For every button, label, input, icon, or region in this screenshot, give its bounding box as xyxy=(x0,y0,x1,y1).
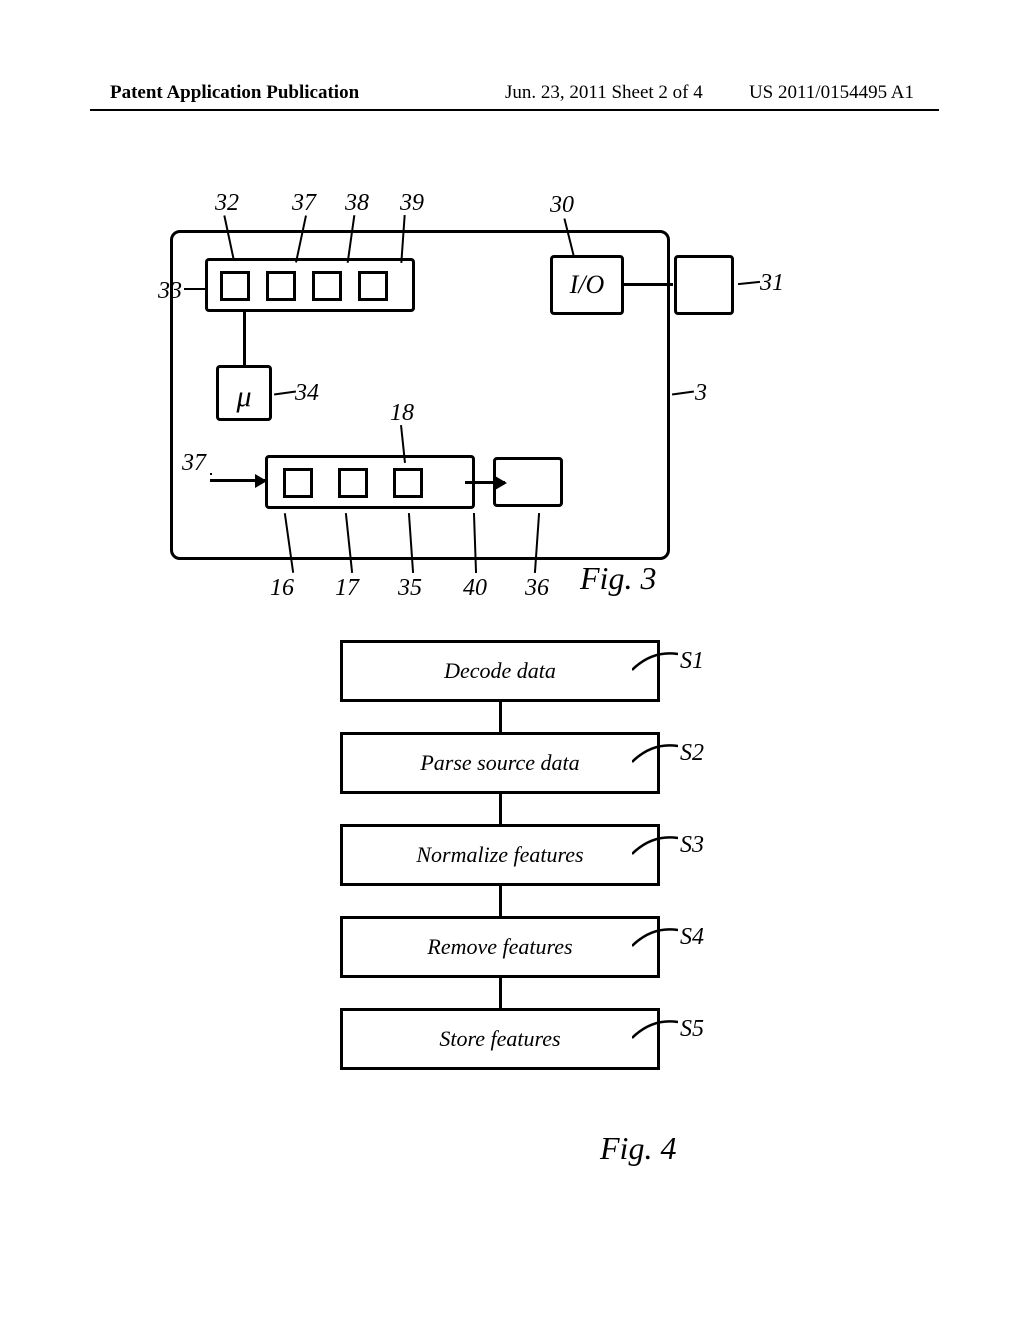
ref-s5: S5 xyxy=(680,1016,704,1043)
flow-step-s3-text: Normalize features xyxy=(416,842,583,868)
header-center: Jun. 23, 2011 Sheet 2 of 4 xyxy=(505,82,703,104)
leader-31 xyxy=(738,281,760,285)
flow-step-s5: Store features xyxy=(340,1008,660,1070)
leader-3 xyxy=(672,390,694,395)
flow-conn-3 xyxy=(499,886,502,916)
mem-top-cell-39 xyxy=(358,271,388,301)
figure-3: 32 37 38 39 30 I/O 31 3 33 μ 34 xyxy=(170,230,790,600)
ref-s1: S1 xyxy=(680,648,704,675)
block-31 xyxy=(674,255,734,315)
flow-step-s3: Normalize features xyxy=(340,824,660,886)
figure-4: Decode data S1 Parse source data S2 Norm… xyxy=(290,640,710,1070)
flow-step-s2: Parse source data xyxy=(340,732,660,794)
mu-label: μ xyxy=(236,380,251,414)
memory-bottom xyxy=(265,455,475,509)
ref-32: 32 xyxy=(215,190,239,217)
flow-step-s2-text: Parse source data xyxy=(420,750,579,776)
ref-3: 3 xyxy=(695,380,707,407)
flow-conn-1 xyxy=(499,702,502,732)
leader-33 xyxy=(184,288,206,290)
mem-top-cell-37 xyxy=(266,271,296,301)
mem-mu-link xyxy=(243,312,246,366)
flow-step-s5-text: Store features xyxy=(439,1026,560,1052)
ref-37-left: 37 xyxy=(182,450,206,477)
ref-38: 38 xyxy=(345,190,369,217)
leader-s2 xyxy=(632,742,678,764)
flow-step-s4: Remove features xyxy=(340,916,660,978)
block-36 xyxy=(493,457,563,507)
ref-34: 34 xyxy=(295,380,319,407)
flow-step-s4-text: Remove features xyxy=(427,934,572,960)
ref-18: 18 xyxy=(390,400,414,427)
flow-step-s1-text: Decode data xyxy=(444,658,556,684)
ref-33: 33 xyxy=(158,278,182,305)
processor-block: μ xyxy=(216,365,272,421)
mem-top-cell-32 xyxy=(220,271,250,301)
header-left: Patent Application Publication xyxy=(110,82,359,104)
ref-36: 36 xyxy=(525,575,549,602)
io-label: I/O xyxy=(570,270,605,300)
ref-17: 17 xyxy=(335,575,359,602)
leader-s1 xyxy=(632,650,678,672)
ref-s4: S4 xyxy=(680,924,704,951)
ref-39: 39 xyxy=(400,190,424,217)
figure-3-caption: Fig. 3 xyxy=(580,560,656,597)
patent-page: Patent Application Publication Jun. 23, … xyxy=(0,0,1024,1320)
flow-conn-4 xyxy=(499,978,502,1008)
ref-30: 30 xyxy=(550,192,574,219)
header-right: US 2011/0154495 A1 xyxy=(749,82,914,104)
mem-bot-cell-16 xyxy=(283,468,313,498)
ref-40: 40 xyxy=(463,575,487,602)
figure-4-caption: Fig. 4 xyxy=(600,1130,676,1167)
ref-35: 35 xyxy=(398,575,422,602)
flow-step-s1: Decode data xyxy=(340,640,660,702)
mem-bot-cell-17 xyxy=(338,468,368,498)
io-block: I/O xyxy=(550,255,624,315)
page-header: Patent Application Publication Jun. 23, … xyxy=(110,82,914,104)
mem-bot-cell-35 xyxy=(393,468,423,498)
ref-16: 16 xyxy=(270,575,294,602)
memory-top xyxy=(205,258,415,312)
ref-37-top: 37 xyxy=(292,190,316,217)
leader-37b xyxy=(210,473,212,475)
leader-s3 xyxy=(632,834,678,856)
ref-s2: S2 xyxy=(680,740,704,767)
leader-s4 xyxy=(632,926,678,948)
ref-s3: S3 xyxy=(680,832,704,859)
mem-top-cell-38 xyxy=(312,271,342,301)
ref-31: 31 xyxy=(760,270,784,297)
header-rule xyxy=(90,109,939,111)
leader-s5 xyxy=(632,1018,678,1040)
io-link xyxy=(623,283,673,286)
flow-conn-2 xyxy=(499,794,502,824)
